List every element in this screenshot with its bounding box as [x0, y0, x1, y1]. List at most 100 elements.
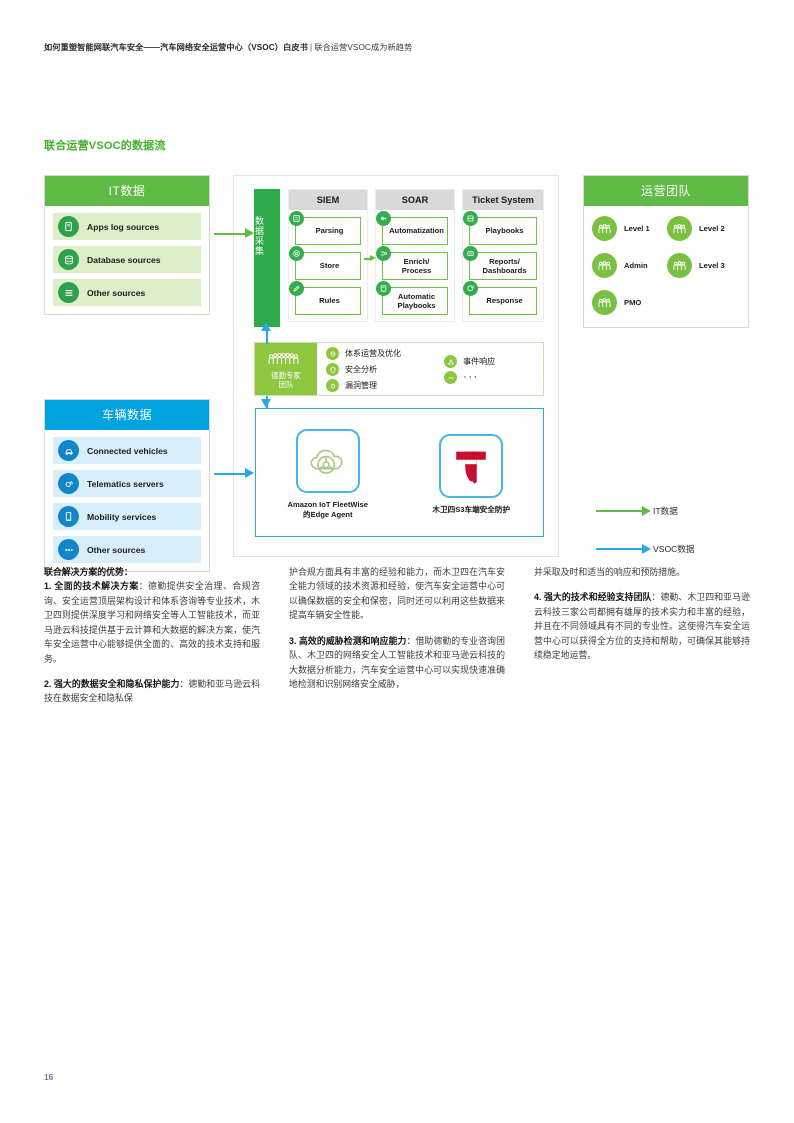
satellite-icon — [58, 473, 79, 494]
parse-icon — [289, 211, 304, 226]
expert-service-incident-response[interactable]: 事件响应 — [444, 355, 495, 368]
it-data-panel-body: Apps log sources Database sources Other … — [45, 206, 209, 314]
ops-member-pmo[interactable]: PMO — [592, 290, 667, 315]
expert-service-label: 体系运营及优化 — [345, 349, 401, 358]
vehicle-data-panel-title: 车辆数据 — [45, 400, 209, 430]
vsoc-dataflow-diagram: IT数据 Apps log sources Database sources O… — [0, 170, 794, 572]
advantages-heading: 联合解决方案的优势： — [44, 565, 260, 579]
people-icon — [592, 216, 617, 241]
source-label: Other sources — [87, 544, 146, 555]
mobile-icon — [58, 506, 79, 527]
source-row-telematics[interactable]: Telematics servers — [53, 470, 201, 497]
automation-icon — [376, 211, 391, 226]
car-icon — [58, 440, 79, 461]
store-icon — [289, 246, 304, 261]
tool-item-automatic-playbooks[interactable]: Automatic Playbooks — [376, 281, 448, 315]
expert-service-label: 事件响应 — [463, 357, 496, 366]
ops-member-label: Level 2 — [699, 224, 725, 233]
section-title: 联合运营VSOC的数据流 — [44, 140, 166, 152]
source-row-other[interactable]: Other sources — [53, 279, 201, 306]
expert-service-label: 安全分析 — [345, 365, 377, 374]
vehicle-data-panel: 车辆数据 Connected vehicles Telematics serve… — [44, 399, 210, 572]
tool-item-playbooks[interactable]: Playbooks — [463, 211, 537, 245]
ops-member-label: Level 3 — [699, 261, 725, 270]
arrow-head-expert-to-products — [261, 399, 271, 408]
body-column-2: 护合规方面具有丰富的经验和能力，而木卫四在汽车安全能力领域的技术资源和经验，使汽… — [289, 565, 505, 706]
tool-item-automatization[interactable]: Automatization — [376, 211, 448, 245]
tool-column-header: SIEM — [289, 190, 367, 210]
book-icon — [463, 211, 478, 226]
tool-item-enrich-process[interactable]: Enrich/ Process — [376, 246, 448, 280]
tool-item-label: Enrich/ Process — [382, 252, 448, 280]
legend-arrow-blue — [596, 544, 651, 554]
callisto-shield-icon — [439, 434, 504, 499]
it-data-panel-title: IT数据 — [45, 176, 209, 206]
operations-team-panel: 运营团队 Level 1 Level 2 Admin Level 3 PMO — [583, 175, 749, 328]
source-row-mobility[interactable]: Mobility services — [53, 503, 201, 530]
expert-service-vulnerability[interactable]: 漏洞管理 — [326, 379, 444, 392]
running-header-subtitle: 联合运营VSOC成为新趋势 — [314, 43, 413, 52]
advantage-1-lead: 1. 全面的技术解决方案 — [44, 581, 139, 592]
tool-column-soar: SOAR Automatization Enrich/ Process Auto… — [375, 189, 455, 322]
expert-services-column-1: 体系运营及优化 安全分析 漏洞管理 — [326, 347, 444, 392]
tool-item-label: Store — [295, 252, 361, 280]
arrow-head-it-to-collection — [245, 228, 254, 238]
product-fleetwise[interactable]: Amazon IoT FleetWise 的Edge Agent — [264, 429, 392, 520]
source-row-connected-vehicles[interactable]: Connected vehicles — [53, 437, 201, 464]
source-label: Apps log sources — [87, 221, 160, 232]
ops-member-admin[interactable]: Admin — [592, 253, 667, 278]
legend-row-vsoc-data: VSOC数据 — [596, 538, 695, 560]
tool-item-store[interactable]: Store — [289, 246, 361, 280]
expert-service-more[interactable]: ··· — [444, 371, 495, 384]
tool-item-label: Automatization — [382, 217, 448, 245]
shield-icon — [326, 363, 339, 376]
source-label: Other sources — [87, 287, 146, 298]
legend-label: VSOC数据 — [653, 544, 695, 554]
source-label: Database sources — [87, 254, 161, 265]
source-row-apps-log[interactable]: Apps log sources — [53, 213, 201, 240]
source-row-other[interactable]: Other sources — [53, 536, 201, 563]
page-number: 16 — [44, 1072, 54, 1082]
expert-service-operations[interactable]: 体系运营及优化 — [326, 347, 444, 360]
product-callisto[interactable]: 木卫四S3车端安全防护 — [407, 434, 535, 515]
source-row-database[interactable]: Database sources — [53, 246, 201, 273]
arrow-head-siem-to-soar — [370, 254, 376, 261]
enrich-icon — [376, 246, 391, 261]
ops-member-level-2[interactable]: Level 2 — [667, 216, 742, 241]
advantage-1-paragraph: 1. 全面的技术解决方案：德勤提供安全治理、合规咨询、安全运营顶层架构设计和体系… — [44, 579, 260, 666]
operations-team-grid: Level 1 Level 2 Admin Level 3 PMO — [584, 206, 748, 327]
data-collection-bar: 数据采集 — [254, 189, 280, 327]
advantage-4-paragraph: 4. 强大的技术和经验支持团队：德勤、木卫四和亚马逊云科技三家公司都拥有雄厚的技… — [534, 590, 750, 662]
arrow-it-to-collection — [214, 233, 246, 235]
ops-member-level-1[interactable]: Level 1 — [592, 216, 667, 241]
product-caption-line1: 木卫四S3车端安全防护 — [432, 505, 511, 515]
tool-item-rules[interactable]: Rules — [289, 281, 361, 315]
expert-service-label: 漏洞管理 — [345, 381, 377, 390]
ops-member-label: Level 1 — [624, 224, 650, 233]
partner-products-panel: Amazon IoT FleetWise 的Edge Agent 木卫四S3车端… — [255, 408, 544, 537]
ellipsis-icon — [58, 539, 79, 560]
bug-icon — [326, 379, 339, 392]
expert-services-column-2: 事件响应 ··· — [444, 348, 495, 391]
it-data-panel: IT数据 Apps log sources Database sources O… — [44, 175, 210, 315]
fleetwise-cloud-icon — [295, 429, 360, 494]
tool-item-label: Automatic Playbooks — [382, 287, 448, 315]
expert-service-security-analysis[interactable]: 安全分析 — [326, 363, 444, 376]
advantage-1-text: ：德勤提供安全治理、合规咨询、安全运营顶层架构设计和体系咨询等专业技术，木卫四则… — [44, 581, 260, 664]
tool-column-header: SOAR — [376, 190, 454, 210]
arrow-expert-to-collection — [266, 330, 268, 344]
people-group-icon — [267, 351, 305, 371]
tool-item-response[interactable]: Response — [463, 281, 537, 315]
vehicle-data-panel-body: Connected vehicles Telematics servers Mo… — [45, 430, 209, 571]
advantage-2-lead: 2. 强大的数据安全和隐私保护能力 — [44, 678, 180, 689]
playbook-icon — [376, 281, 391, 296]
advantage-2-paragraph: 2. 强大的数据安全和隐私保护能力：德勤和亚马逊云科技在数据安全和隐私保 — [44, 677, 260, 706]
database-icon — [58, 249, 79, 270]
body-columns: 联合解决方案的优势： 1. 全面的技术解决方案：德勤提供安全治理、合规咨询、安全… — [44, 565, 751, 706]
tool-item-parsing[interactable]: Parsing — [289, 211, 361, 245]
tool-item-reports-dashboards[interactable]: Reports/ Dashboards — [463, 246, 537, 280]
tool-item-label: Reports/ Dashboards — [469, 252, 537, 280]
device-icon — [58, 216, 79, 237]
alert-icon — [444, 355, 458, 368]
ops-member-level-3[interactable]: Level 3 — [667, 253, 742, 278]
